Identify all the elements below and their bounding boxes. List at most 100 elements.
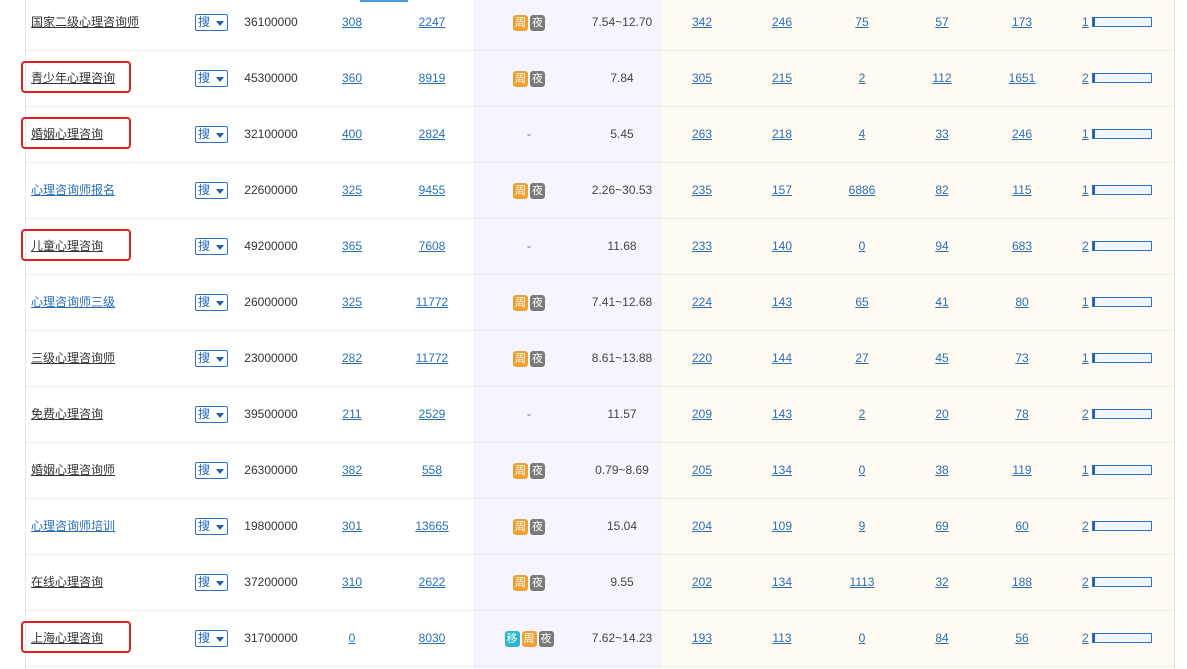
metric-link-7[interactable]: 60 [992, 499, 1052, 554]
metric-link-5[interactable]: 65 [832, 275, 892, 330]
metric-link-4[interactable]: 218 [752, 107, 812, 162]
search-dropdown-button[interactable]: 搜 [195, 350, 228, 367]
metric-link-3[interactable]: 205 [672, 443, 732, 498]
metric-link-3[interactable]: 263 [672, 107, 732, 162]
keyword-link[interactable]: 国家二级心理咨询师 [31, 0, 139, 50]
keyword-link[interactable]: 心理咨询师报名 [31, 163, 115, 218]
metric-link-4[interactable]: 143 [752, 387, 812, 442]
metric-link-3[interactable]: 235 [672, 163, 732, 218]
metric-link-5[interactable]: 2 [832, 387, 892, 442]
metric-link-7[interactable]: 683 [992, 219, 1052, 274]
metric-link-1[interactable]: 308 [322, 0, 382, 50]
metric-link-6[interactable]: 20 [912, 387, 972, 442]
keyword-link[interactable]: 婚姻心理咨询师 [31, 443, 115, 498]
metric-link-2[interactable]: 2529 [402, 387, 462, 442]
metric-link-3[interactable]: 233 [672, 219, 732, 274]
metric-link-4[interactable]: 157 [752, 163, 812, 218]
metric-link-7[interactable]: 115 [992, 163, 1052, 218]
metric-link-4[interactable]: 246 [752, 0, 812, 50]
metric-link-7[interactable]: 173 [992, 0, 1052, 50]
search-dropdown-button[interactable]: 搜 [195, 182, 228, 199]
search-dropdown-button[interactable]: 搜 [195, 70, 228, 87]
search-dropdown-button[interactable]: 搜 [195, 518, 228, 535]
metric-link-5[interactable]: 2 [832, 51, 892, 106]
metric-link-5[interactable]: 27 [832, 331, 892, 386]
metric-link-4[interactable]: 215 [752, 51, 812, 106]
metric-link-6[interactable]: 94 [912, 219, 972, 274]
metric-link-2[interactable]: 13665 [402, 499, 462, 554]
metric-link-4[interactable]: 134 [752, 443, 812, 498]
metric-link-5[interactable]: 0 [832, 443, 892, 498]
metric-link-1[interactable]: 325 [322, 275, 382, 330]
metric-link-4[interactable]: 143 [752, 275, 812, 330]
search-dropdown-button[interactable]: 搜 [195, 630, 228, 647]
metric-link-3[interactable]: 305 [672, 51, 732, 106]
metric-link-3[interactable]: 204 [672, 499, 732, 554]
metric-link-6[interactable]: 41 [912, 275, 972, 330]
search-dropdown-button[interactable]: 搜 [195, 462, 228, 479]
metric-link-1[interactable]: 0 [322, 611, 382, 666]
metric-link-5[interactable]: 0 [832, 611, 892, 666]
search-dropdown-button[interactable]: 搜 [195, 574, 228, 591]
metric-link-2[interactable]: 7608 [402, 219, 462, 274]
metric-link-2[interactable]: 8030 [402, 611, 462, 666]
metric-link-5[interactable]: 1113 [832, 555, 892, 610]
metric-link-2[interactable]: 8919 [402, 51, 462, 106]
metric-link-1[interactable]: 360 [322, 51, 382, 106]
keyword-link[interactable]: 在线心理咨询 [31, 555, 103, 610]
metric-link-7[interactable]: 1651 [992, 51, 1052, 106]
metric-link-6[interactable]: 32 [912, 555, 972, 610]
metric-link-6[interactable]: 69 [912, 499, 972, 554]
metric-link-4[interactable]: 140 [752, 219, 812, 274]
metric-link-5[interactable]: 9 [832, 499, 892, 554]
metric-link-3[interactable]: 342 [672, 0, 732, 50]
metric-link-5[interactable]: 0 [832, 219, 892, 274]
search-dropdown-button[interactable]: 搜 [195, 294, 228, 311]
metric-link-4[interactable]: 134 [752, 555, 812, 610]
metric-link-2[interactable]: 11772 [402, 331, 462, 386]
keyword-link[interactable]: 免费心理咨询 [31, 387, 103, 442]
metric-link-1[interactable]: 325 [322, 163, 382, 218]
metric-link-7[interactable]: 56 [992, 611, 1052, 666]
search-dropdown-button[interactable]: 搜 [195, 14, 228, 31]
metric-link-5[interactable]: 75 [832, 0, 892, 50]
metric-link-7[interactable]: 188 [992, 555, 1052, 610]
search-dropdown-button[interactable]: 搜 [195, 126, 228, 143]
metric-link-6[interactable]: 38 [912, 443, 972, 498]
metric-link-2[interactable]: 11772 [402, 275, 462, 330]
metric-link-6[interactable]: 112 [912, 51, 972, 106]
metric-link-1[interactable]: 211 [322, 387, 382, 442]
metric-link-2[interactable]: 2622 [402, 555, 462, 610]
metric-link-1[interactable]: 382 [322, 443, 382, 498]
metric-link-2[interactable]: 2824 [402, 107, 462, 162]
metric-link-6[interactable]: 57 [912, 0, 972, 50]
metric-link-5[interactable]: 6886 [832, 163, 892, 218]
keyword-link[interactable]: 心理咨询师三级 [31, 275, 115, 330]
search-dropdown-button[interactable]: 搜 [195, 238, 228, 255]
metric-link-1[interactable]: 301 [322, 499, 382, 554]
metric-link-2[interactable]: 2247 [402, 0, 462, 50]
search-dropdown-button[interactable]: 搜 [195, 406, 228, 423]
metric-link-1[interactable]: 400 [322, 107, 382, 162]
metric-link-1[interactable]: 365 [322, 219, 382, 274]
metric-link-3[interactable]: 220 [672, 331, 732, 386]
metric-link-1[interactable]: 282 [322, 331, 382, 386]
metric-link-6[interactable]: 45 [912, 331, 972, 386]
metric-link-7[interactable]: 80 [992, 275, 1052, 330]
metric-link-6[interactable]: 84 [912, 611, 972, 666]
metric-link-7[interactable]: 119 [992, 443, 1052, 498]
metric-link-4[interactable]: 113 [752, 611, 812, 666]
metric-link-3[interactable]: 202 [672, 555, 732, 610]
metric-link-2[interactable]: 9455 [402, 163, 462, 218]
metric-link-1[interactable]: 310 [322, 555, 382, 610]
metric-link-3[interactable]: 209 [672, 387, 732, 442]
metric-link-7[interactable]: 78 [992, 387, 1052, 442]
metric-link-7[interactable]: 73 [992, 331, 1052, 386]
metric-link-3[interactable]: 224 [672, 275, 732, 330]
metric-link-2[interactable]: 558 [402, 443, 462, 498]
keyword-link[interactable]: 心理咨询师培训 [31, 499, 115, 554]
metric-link-5[interactable]: 4 [832, 107, 892, 162]
metric-link-6[interactable]: 82 [912, 163, 972, 218]
keyword-link[interactable]: 三级心理咨询师 [31, 331, 115, 386]
metric-link-4[interactable]: 144 [752, 331, 812, 386]
